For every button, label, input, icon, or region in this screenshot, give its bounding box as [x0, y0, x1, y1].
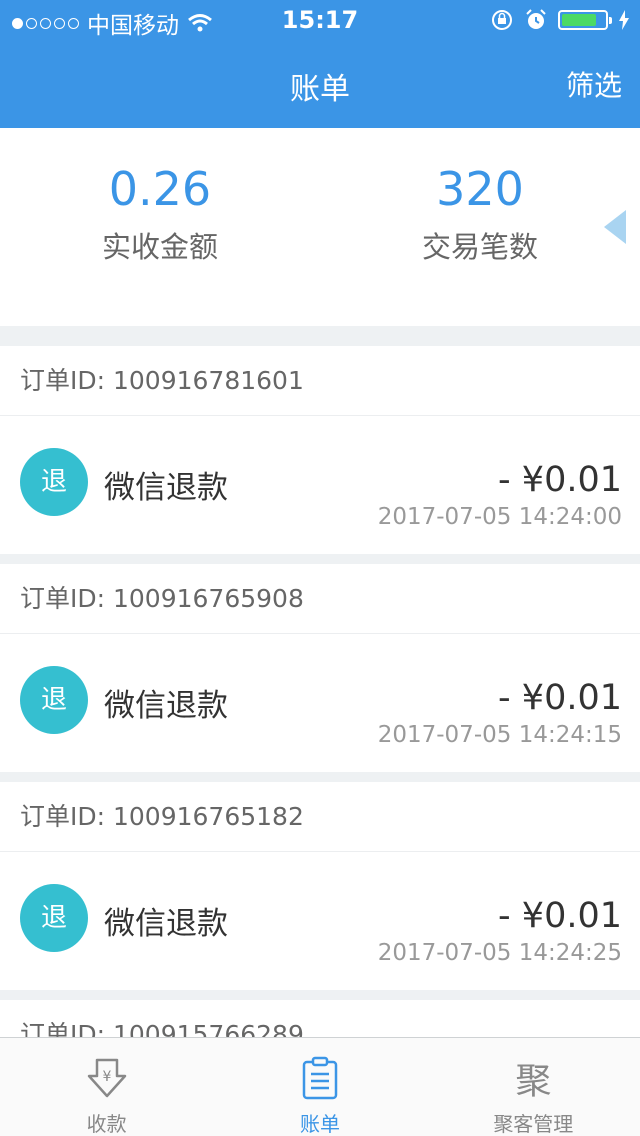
status-bar: 中国移动 15:17: [0, 0, 640, 40]
tab-receive[interactable]: ¥ 收款: [0, 1038, 213, 1136]
charging-bolt-icon: [619, 10, 629, 30]
order-id: 订单ID: 100916781601: [0, 346, 640, 416]
rotation-lock-icon: [492, 10, 512, 30]
order-type: 微信退款: [104, 470, 228, 506]
order-time: 2017-07-05 14:24:00: [377, 504, 622, 530]
order-id: 订单ID: 100916765908: [0, 564, 640, 634]
tab-bill[interactable]: 账单: [213, 1038, 426, 1136]
order-amount: - ¥0.01: [498, 678, 622, 718]
gather-icon: 聚: [515, 1061, 552, 1102]
tab-label: 账单: [299, 1112, 340, 1136]
tab-label: 聚客管理: [493, 1112, 574, 1136]
received-amount-label: 实收金额: [101, 230, 218, 264]
status-icons: [490, 8, 630, 32]
bill-clipboard-icon: [302, 1056, 338, 1100]
transaction-count-label: 交易笔数: [421, 230, 538, 264]
order-id: 订单ID: 100916765182: [0, 782, 640, 852]
tab-customer-management[interactable]: 聚 聚客管理: [427, 1038, 640, 1136]
refund-badge-icon: 退: [20, 884, 88, 952]
alarm-clock-icon: [526, 9, 546, 29]
refund-badge-icon: 退: [20, 666, 88, 734]
order-detail[interactable]: 退 微信退款 - ¥0.01 2017-07-05 14:24:25: [0, 852, 640, 990]
battery-icon: [558, 10, 612, 30]
filter-button[interactable]: 筛选: [566, 64, 622, 104]
tab-label: 收款: [86, 1112, 127, 1136]
app-header: 中国移动 15:17 账单 筛选: [0, 0, 640, 128]
receive-money-icon: ¥: [87, 1058, 126, 1098]
order-type: 微信退款: [104, 688, 228, 724]
order-time: 2017-07-05 14:24:15: [377, 722, 622, 748]
order-time: 2017-07-05 14:24:25: [377, 940, 622, 966]
summary-panel: 0.26 实收金额 320 交易笔数: [0, 128, 640, 326]
order-detail[interactable]: 退 微信退款 - ¥0.01 2017-07-05 14:24:00: [0, 416, 640, 554]
tab-bar: ¥ 收款 账单 聚 聚客管理: [0, 1037, 640, 1136]
refund-badge-icon: 退: [20, 448, 88, 516]
page-title: 账单: [290, 72, 350, 107]
svg-text:¥: ¥: [102, 1069, 111, 1085]
order-card[interactable]: 订单ID: 100916765908 退 微信退款 - ¥0.01 2017-0…: [0, 564, 640, 772]
order-card[interactable]: 订单ID: 100916765182 退 微信退款 - ¥0.01 2017-0…: [0, 782, 640, 990]
expand-arrow-icon[interactable]: [604, 210, 626, 244]
transaction-count-value: 320: [436, 162, 524, 216]
received-amount-stat: 0.26 实收金额: [0, 162, 320, 266]
order-card[interactable]: 订单ID: 100916781601 退 微信退款 - ¥0.01 2017-0…: [0, 346, 640, 554]
received-amount-value: 0.26: [108, 162, 212, 216]
transaction-count-stat: 320 交易笔数: [320, 162, 640, 266]
order-list: 订单ID: 100916781601 退 微信退款 - ¥0.01 2017-0…: [0, 346, 640, 1080]
order-detail[interactable]: 退 微信退款 - ¥0.01 2017-07-05 14:24:15: [0, 634, 640, 772]
order-amount: - ¥0.01: [498, 896, 622, 936]
order-type: 微信退款: [104, 906, 228, 942]
order-amount: - ¥0.01: [498, 460, 622, 500]
